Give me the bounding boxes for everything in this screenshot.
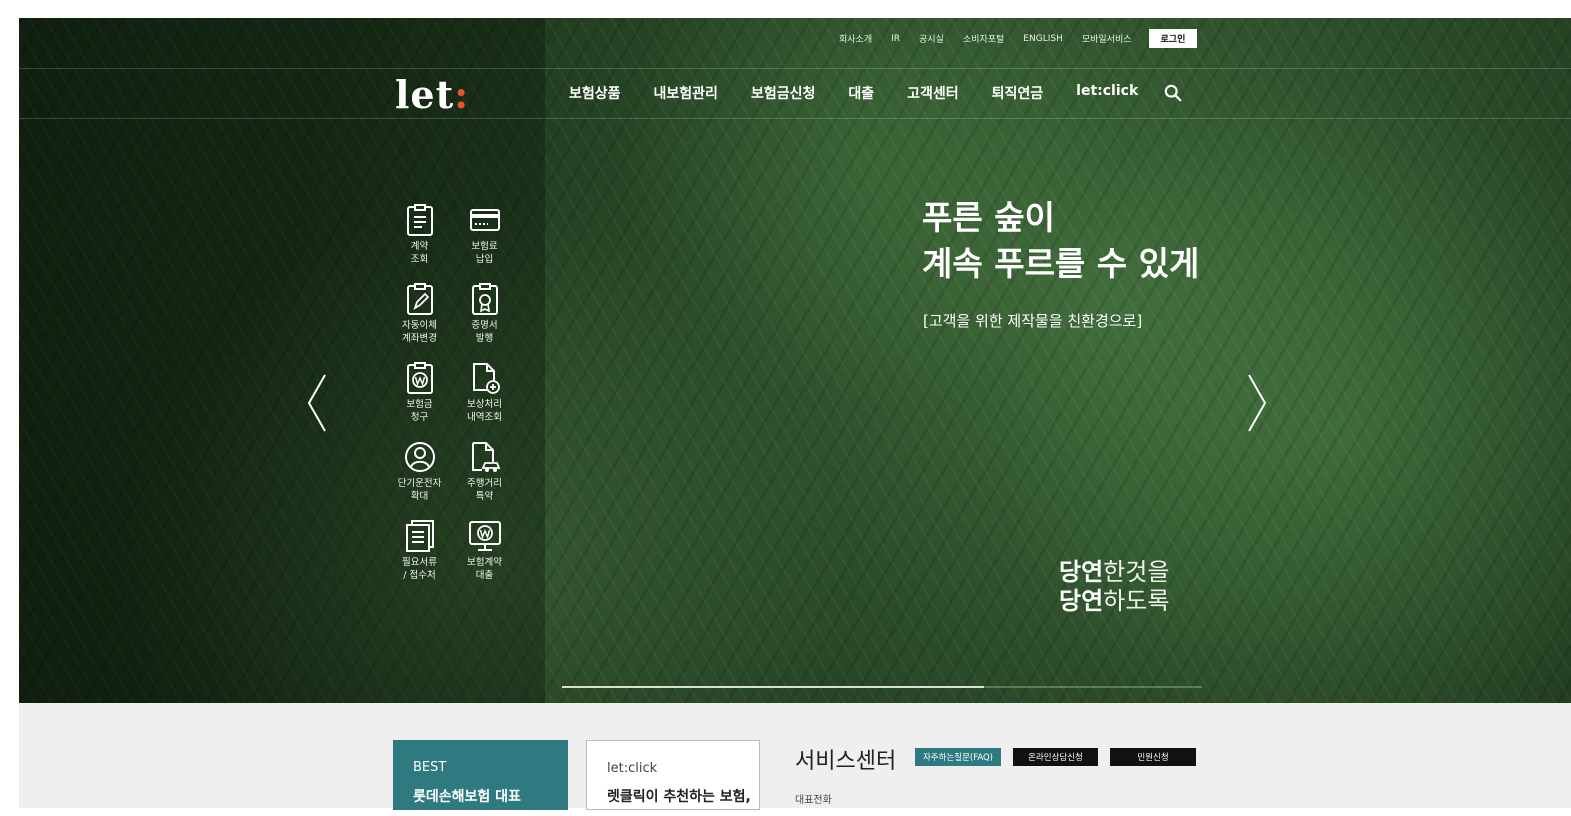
nav-item-products[interactable]: 보험상품: [569, 83, 621, 103]
utility-link-mobile[interactable]: 모바일서비스: [1082, 32, 1132, 45]
nav-item-letclick[interactable]: let:click: [1076, 83, 1138, 103]
chevron-left-icon[interactable]: [305, 373, 329, 433]
phone-label: 대표전화: [795, 795, 832, 806]
quick-item-policy-loan[interactable]: 보험계약 대출: [452, 519, 517, 582]
quick-item-mileage[interactable]: 주행거리 특약: [452, 440, 517, 503]
logo[interactable]: let:: [395, 72, 469, 117]
nav-item-pension[interactable]: 퇴직연금: [992, 83, 1044, 103]
quick-item-label: 보험료 납입: [471, 241, 498, 265]
quick-item-premium[interactable]: 보험료 납입: [452, 203, 517, 266]
faq-button[interactable]: 자주하는질문(FAQ): [915, 748, 1001, 766]
nav-item-customer-center[interactable]: 고객센터: [907, 83, 959, 103]
slide-progress-fill: [562, 686, 985, 688]
quick-menu: 계약 조회 보험료 납입 자동이체 계좌변경 증명서 발행 보험금 청구 보상처…: [387, 203, 517, 582]
user-circle-icon: [404, 442, 435, 472]
quick-item-documents[interactable]: 필요서류 / 접수처: [387, 519, 452, 582]
card-icon: [469, 209, 500, 231]
quick-item-claim[interactable]: 보험금 청구: [387, 361, 452, 424]
clipboard-doc-icon: [406, 204, 433, 236]
search-icon[interactable]: [1164, 84, 1182, 102]
utility-link-english[interactable]: ENGLISH: [1023, 34, 1063, 44]
quick-item-certificate[interactable]: 증명서 발행: [452, 282, 517, 345]
nav-item-loan[interactable]: 대출: [848, 83, 874, 103]
doc-add-icon: [472, 363, 500, 394]
bottom-section: BEST 롯데손해보험 대표 let:click 렛클릭이 추천하는 보험, 서…: [19, 703, 1571, 810]
main-nav: 보험상품 내보험관리 보험금신청 대출 고객센터 퇴직연금 let:click: [569, 83, 1138, 103]
clipboard-badge-icon: [471, 283, 498, 315]
tagline-rest: 한것을: [1103, 558, 1170, 586]
quick-item-label: 보험금 청구: [406, 399, 433, 423]
tagline-bold: 당연: [1059, 587, 1104, 615]
nav-item-my-insurance[interactable]: 내보험관리: [654, 83, 718, 103]
monitor-won-icon: [468, 521, 501, 551]
letclick-card[interactable]: let:click 렛클릭이 추천하는 보험,: [586, 740, 760, 810]
best-title: 롯데손해보험 대표: [413, 789, 521, 805]
divider: [19, 68, 1571, 69]
hero-tagline: 당연한것을 당연하도록: [1059, 558, 1169, 616]
utility-link-ir[interactable]: IR: [891, 34, 900, 44]
quick-item-contract[interactable]: 계약 조회: [387, 203, 452, 266]
online-consult-button[interactable]: 온라인상담신청: [1013, 748, 1098, 766]
letclick-badge: let:click: [607, 761, 658, 776]
quick-item-short-driver[interactable]: 단기운전자 확대: [387, 440, 452, 503]
tagline-bold: 당연: [1059, 558, 1104, 586]
nav-item-claims[interactable]: 보험금신청: [751, 83, 815, 103]
quick-item-label: 주행거리 특약: [467, 478, 502, 502]
utility-link-consumer-portal[interactable]: 소비자포털: [963, 32, 1004, 45]
best-badge: BEST: [413, 760, 447, 775]
logo-text: let: [395, 72, 455, 117]
utility-nav: 회사소개 IR 공시실 소비자포털 ENGLISH 모바일서비스 로그인: [839, 29, 1198, 48]
logo-colon: :: [454, 72, 470, 117]
hero-subline: [고객을 위한 제작물을 친환경으로]: [923, 312, 1143, 330]
quick-item-label: 필요서류 / 접수처: [402, 557, 437, 581]
best-card[interactable]: BEST 롯데손해보험 대표: [393, 740, 568, 810]
page: 회사소개 IR 공시실 소비자포털 ENGLISH 모바일서비스 로그인 let…: [0, 0, 1571, 816]
chevron-right-icon[interactable]: [1245, 373, 1269, 433]
login-button[interactable]: 로그인: [1148, 29, 1198, 48]
complaint-button[interactable]: 민원신청: [1110, 748, 1196, 766]
clipboard-edit-icon: [406, 283, 433, 315]
divider: [19, 118, 1571, 119]
documents-icon: [405, 520, 434, 552]
slide-progress-bar: [562, 686, 1202, 688]
quick-item-autopay[interactable]: 자동이체 계좌변경: [387, 282, 452, 345]
hero-headline: 푸른 숲이 계속 푸르를 수 있게: [922, 198, 1200, 283]
quick-item-claim-history[interactable]: 보상처리 내역조회: [452, 361, 517, 424]
utility-link-company[interactable]: 회사소개: [839, 32, 872, 45]
quick-item-label: 보상처리 내역조회: [467, 399, 502, 423]
utility-link-disclosure[interactable]: 공시실: [919, 32, 944, 45]
quick-item-label: 단기운전자 확대: [397, 478, 442, 502]
clipboard-won-icon: [406, 362, 433, 394]
quick-item-label: 계약 조회: [410, 241, 429, 265]
hero-banner: 회사소개 IR 공시실 소비자포털 ENGLISH 모바일서비스 로그인 let…: [19, 18, 1571, 703]
doc-car-icon: [471, 442, 500, 472]
quick-item-label: 자동이체 계좌변경: [402, 320, 437, 344]
service-center-title: 서비스센터: [795, 749, 897, 774]
quick-item-label: 증명서 발행: [471, 320, 498, 344]
quick-item-label: 보험계약 대출: [467, 557, 502, 581]
letclick-title: 렛클릭이 추천하는 보험,: [607, 789, 751, 805]
tagline-rest: 하도록: [1103, 587, 1170, 615]
